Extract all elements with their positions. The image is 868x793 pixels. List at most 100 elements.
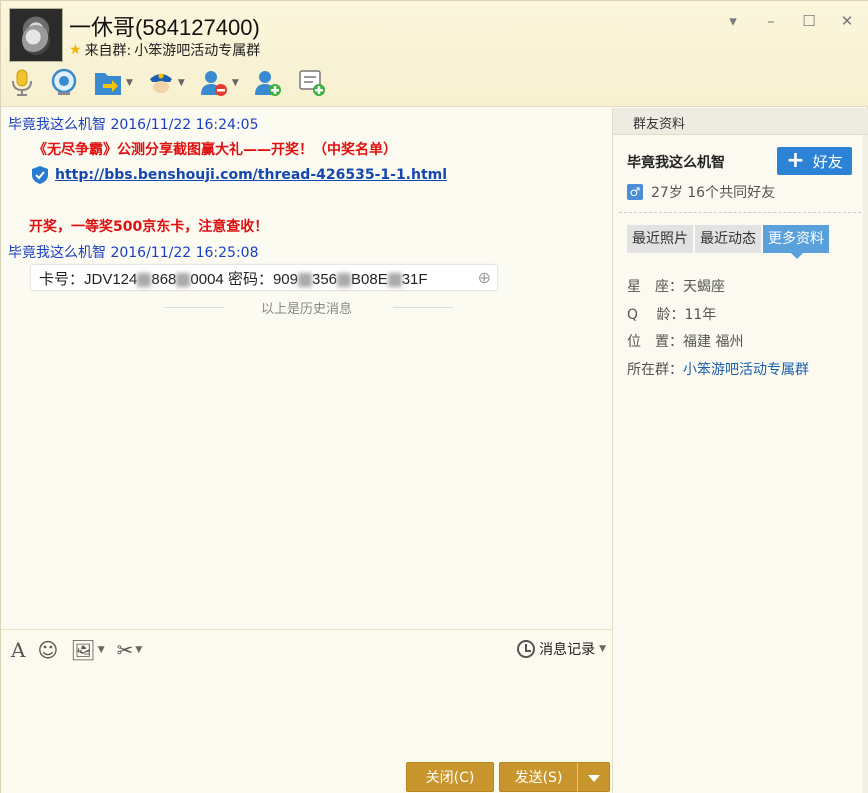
- message-add-icon: [299, 70, 325, 96]
- profile-stats: ♂ 27岁 16个共同好友: [627, 182, 775, 202]
- remove-friend-dropdown-icon[interactable]: ▼: [232, 78, 239, 88]
- blur-mask: [137, 273, 152, 288]
- clock-icon: [517, 640, 536, 658]
- message-link[interactable]: http://bbs.benshouji.com/thread-426535-1…: [55, 167, 447, 183]
- card-text: 868: [151, 271, 177, 288]
- video-button[interactable]: [49, 68, 79, 98]
- message-header: 毕竟我这么机智 2016/11/22 16:24:05: [8, 114, 258, 134]
- message-history-label: 消息记录: [539, 642, 596, 658]
- info-label: Q 龄：: [627, 306, 685, 323]
- tab-more-info[interactable]: 更多资料: [763, 225, 829, 259]
- menu-dropdown-icon[interactable]: ▾: [725, 13, 741, 29]
- report-dropdown-icon[interactable]: ▼: [178, 78, 185, 88]
- info-label: 星 座：: [627, 279, 683, 295]
- profile-info: 星 座：天蝎座 Q 龄：11年 位 置：福建 福州 所在群：小笨游吧活动专属群: [627, 274, 809, 384]
- file-transfer-button[interactable]: ▼: [93, 69, 133, 97]
- contact-title: 一休哥(584127400): [69, 15, 260, 40]
- scissors-dropdown-icon[interactable]: ▼: [135, 645, 142, 655]
- info-value: 11年: [684, 306, 717, 323]
- close-button[interactable]: 关闭(C): [406, 762, 494, 792]
- card-text: 卡号：JDV124: [39, 271, 138, 288]
- microphone-icon: [12, 69, 32, 96]
- blur-mask: [297, 273, 312, 288]
- star-icon: ★: [69, 42, 82, 58]
- image-icon[interactable]: 🖼 ▼: [70, 638, 104, 662]
- voice-button[interactable]: [9, 68, 35, 98]
- window-controls: ▾ – ☐ ✕: [725, 13, 855, 29]
- font-icon[interactable]: A: [11, 638, 25, 662]
- profile-tabs: 最近照片 最近动态 更多资料: [627, 225, 829, 259]
- profile-stats-text: 27岁 16个共同好友: [651, 185, 776, 201]
- chat-header: 一休哥(584127400) ★ 来自群: 小笨游吧活动专属群 ▾ – ☐ ✕: [1, 1, 868, 107]
- remove-friend-button[interactable]: ▼: [199, 68, 239, 98]
- zoom-icon[interactable]: ⊕: [478, 268, 491, 288]
- scissors-icon[interactable]: ✂ ▼: [117, 638, 143, 662]
- minimize-icon[interactable]: –: [763, 13, 779, 29]
- close-icon[interactable]: ✕: [839, 13, 855, 29]
- blur-mask: [337, 273, 352, 288]
- message-history-button[interactable]: 消息记录 ▼: [517, 639, 606, 659]
- male-icon: ♂: [627, 184, 643, 200]
- profile-panel: 群友资料 毕竟我这么机智 + 好友 ♂ 27岁 16个共同好友 最近照片 最近动…: [612, 108, 868, 793]
- info-label: 位 置：: [627, 334, 683, 350]
- info-value: 福建 福州: [683, 334, 744, 350]
- history-divider: 以上是历史消息: [1, 298, 612, 317]
- scrollbar[interactable]: [863, 135, 868, 793]
- message-input[interactable]: [1, 669, 612, 757]
- announcement-title: 《无尽争霸》公测分享截图赢大礼——开奖！（中奖名单）: [33, 142, 397, 158]
- group-link[interactable]: 小笨游吧活动专属群: [683, 362, 809, 378]
- input-tools: A ☺ 🖼 ▼ ✂ ▼: [11, 638, 142, 662]
- input-toolbar: A ☺ 🖼 ▼ ✂ ▼ 消息记录 ▼: [1, 629, 612, 669]
- tab-recent-photos[interactable]: 最近照片: [627, 225, 693, 253]
- bottom-bar: 关闭(C) 发送(S): [1, 757, 612, 793]
- card-image[interactable]: 卡号：JDV124 868 0004 密码：909 356 B08E 31F ⊕: [31, 265, 497, 290]
- blur-mask: [387, 273, 402, 288]
- divider: [619, 212, 861, 213]
- report-button[interactable]: ▼: [147, 69, 185, 97]
- add-friend-label: 好友: [812, 152, 843, 171]
- file-transfer-icon: [95, 73, 121, 95]
- from-label: 来自群:: [84, 43, 132, 59]
- info-row: 位 置：福建 福州: [627, 329, 809, 357]
- info-row: 星 座：天蝎座: [627, 274, 809, 302]
- blur-mask: [176, 273, 191, 288]
- history-dropdown-icon: ▼: [599, 644, 606, 654]
- link-row: http://bbs.benshouji.com/thread-426535-1…: [31, 165, 447, 185]
- info-value: 天蝎座: [683, 279, 725, 295]
- image-dropdown-icon[interactable]: ▼: [98, 645, 105, 655]
- prize-line: 开奖，一等奖500京东卡，注意查收！: [29, 219, 269, 235]
- avatar[interactable]: [9, 8, 63, 62]
- remove-user-icon: [200, 71, 227, 96]
- webcam-icon: [51, 68, 77, 95]
- message-header: 毕竟我这么机智 2016/11/22 16:25:08: [8, 242, 258, 262]
- info-row: 所在群：小笨游吧活动专属群: [627, 357, 809, 385]
- chat-window: 一休哥(584127400) ★ 来自群: 小笨游吧活动专属群 ▾ – ☐ ✕: [0, 0, 868, 793]
- card-text: 0004 密码：909: [190, 271, 298, 288]
- police-icon: [149, 73, 172, 93]
- info-row: Q 龄：11年: [627, 302, 809, 330]
- message-time: 2016/11/22 16:25:08: [110, 245, 259, 261]
- profile-name: 毕竟我这么机智: [627, 155, 725, 171]
- profile-panel-header: 群友资料: [613, 108, 868, 135]
- card-text: 356: [311, 271, 338, 288]
- chat-toolbar: ▼ ▼ ▼: [9, 65, 327, 101]
- card-text: 31F: [401, 271, 428, 288]
- maximize-icon[interactable]: ☐: [801, 13, 817, 29]
- invite-button[interactable]: [253, 68, 283, 98]
- file-transfer-dropdown-icon[interactable]: ▼: [126, 78, 133, 88]
- from-group-row: ★ 来自群: 小笨游吧活动专属群: [69, 40, 260, 60]
- shield-icon: [32, 166, 48, 184]
- message-sender[interactable]: 毕竟我这么机智: [8, 245, 106, 261]
- info-label: 所在群：: [627, 361, 683, 378]
- add-user-icon: [254, 71, 281, 96]
- emoji-icon[interactable]: ☺: [37, 638, 58, 662]
- send-options-dropdown[interactable]: [577, 762, 610, 792]
- message-sender[interactable]: 毕竟我这么机智: [8, 117, 106, 133]
- add-friend-button[interactable]: + 好友: [777, 147, 852, 175]
- send-button[interactable]: 发送(S): [499, 762, 577, 792]
- tab-recent-activity[interactable]: 最近动态: [695, 225, 761, 253]
- group-name[interactable]: 小笨游吧活动专属群: [134, 40, 260, 60]
- message-area[interactable]: 毕竟我这么机智 2016/11/22 16:24:05 《无尽争霸》公测分享截图…: [1, 108, 612, 628]
- message-time: 2016/11/22 16:24:05: [110, 117, 259, 133]
- create-discussion-button[interactable]: [297, 68, 327, 98]
